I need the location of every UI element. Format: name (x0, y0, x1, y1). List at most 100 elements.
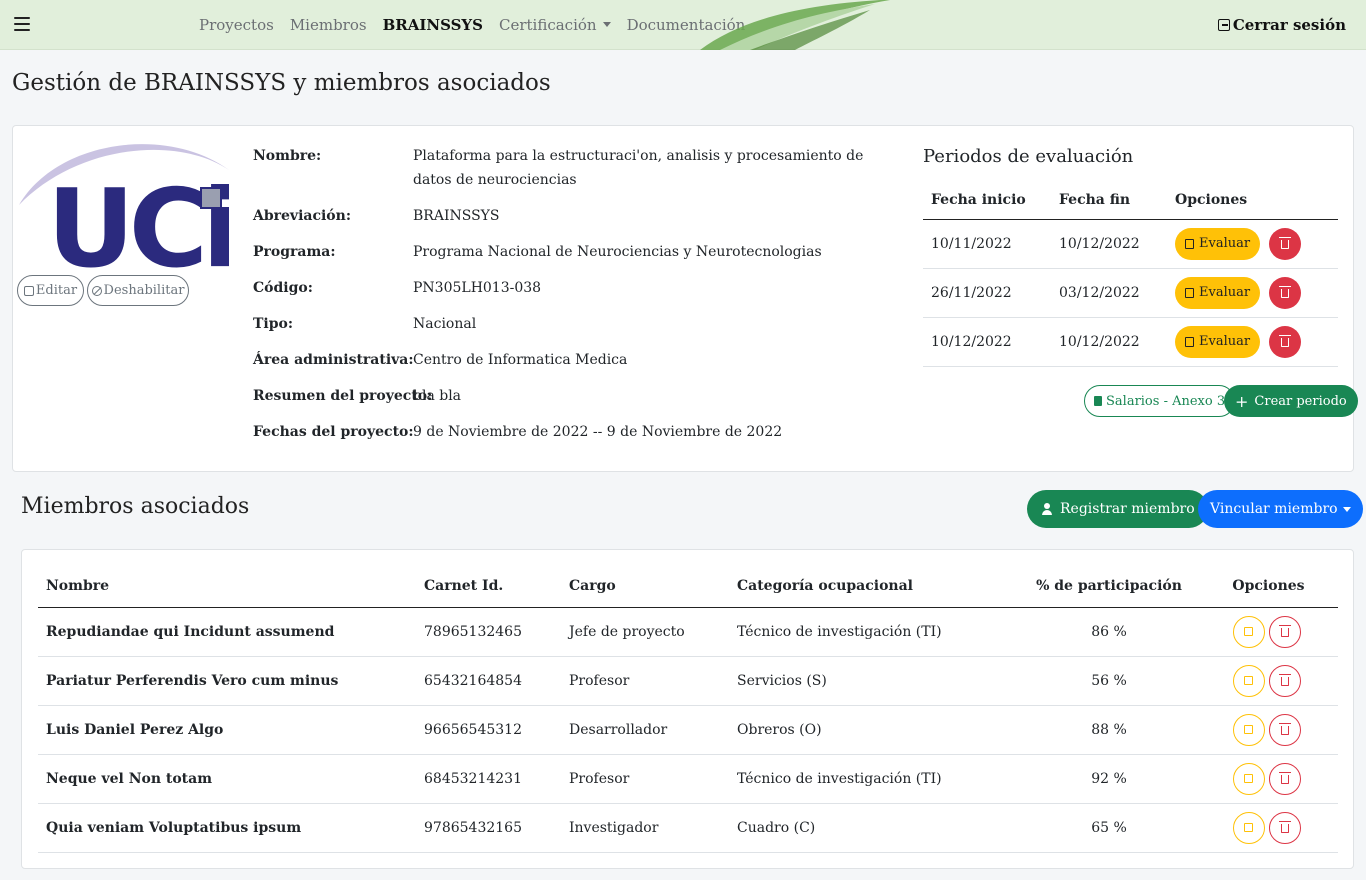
create-period-button[interactable]: + Crear periodo (1224, 385, 1358, 417)
info-row: Resumen del proyecto: bla bla (253, 384, 893, 420)
delete-period-button[interactable] (1268, 227, 1301, 260)
info-label: Código: (253, 280, 313, 296)
info-value: PN305LH013-038 (413, 280, 542, 296)
delete-member-button[interactable] (1268, 811, 1301, 844)
file-edit-icon (1185, 238, 1194, 249)
edit-member-button[interactable] (1232, 713, 1265, 746)
logout-label: Cerrar sesión (1232, 16, 1346, 34)
periods-title: Periodos de evaluación (923, 146, 1134, 167)
period-options: Evaluar (1167, 268, 1338, 318)
col-header: Fecha inicio (923, 181, 1051, 220)
evaluate-label: Evaluar (1199, 285, 1251, 300)
edit-member-button[interactable] (1232, 762, 1265, 795)
info-row: Abreviación: BRAINSSYS (253, 204, 893, 240)
trash-icon (1278, 723, 1291, 735)
trash-icon (1278, 625, 1291, 637)
trash-icon (1278, 335, 1291, 347)
evaluate-button[interactable]: Evaluar (1175, 325, 1261, 358)
delete-member-button[interactable] (1268, 713, 1301, 746)
page-title: Gestión de BRAINSSYS y miembros asociado… (12, 70, 551, 96)
member-options (1199, 607, 1338, 657)
nav-link-miembros[interactable]: Miembros (290, 16, 367, 34)
info-value: BRAINSSYS (413, 208, 500, 224)
chevron-down-icon (602, 22, 611, 27)
table-row: 26/11/2022 03/12/2022 Evaluar (923, 268, 1338, 318)
chevron-down-icon (1342, 506, 1351, 512)
project-info: Nombre: Plataforma para la estructuraci'… (253, 144, 893, 456)
delete-member-button[interactable] (1268, 762, 1301, 795)
col-header: Nombre (38, 566, 416, 608)
user-plus-icon (1040, 503, 1054, 515)
delete-member-button[interactable] (1268, 664, 1301, 697)
member-options (1199, 803, 1338, 853)
evaluate-button[interactable]: Evaluar (1175, 276, 1261, 309)
col-header: Carnet Id. (416, 566, 561, 608)
member-name: Neque vel Non totam (38, 754, 416, 804)
member-participation: 88 % (1019, 705, 1199, 755)
delete-member-button[interactable] (1268, 615, 1301, 648)
info-value: Centro de Informatica Medica (413, 352, 628, 368)
member-categoria: Técnico de investigación (TI) (729, 754, 1019, 804)
members-card: Nombre Carnet Id. Cargo Categoría ocupac… (21, 549, 1354, 869)
project-card: UCi Editar Deshabilitar Nombre: Platafor… (12, 125, 1354, 472)
member-carnet: 78965132465 (416, 607, 561, 657)
period-start: 26/11/2022 (923, 268, 1051, 318)
link-member-label: Vincular miembro (1210, 501, 1338, 517)
member-categoria: Obreros (O) (729, 705, 1019, 755)
delete-period-button[interactable] (1268, 325, 1301, 358)
salarios-anexo-button[interactable]: Salarios - Anexo 3 (1084, 385, 1236, 417)
evaluate-button[interactable]: Evaluar (1175, 227, 1261, 260)
col-header: % de participación (1019, 566, 1199, 608)
table-row: Pariatur Perferendis Vero cum minus 6543… (38, 656, 1338, 706)
col-header: Cargo (561, 566, 729, 608)
period-options: Evaluar (1167, 317, 1338, 367)
navbar: Proyectos Miembros BRAINSSYS Certificaci… (0, 0, 1366, 50)
nav-link-brainssys[interactable]: BRAINSSYS (383, 16, 483, 34)
member-options (1199, 705, 1338, 755)
edit-member-button[interactable] (1232, 811, 1265, 844)
col-header: Fecha fin (1051, 181, 1167, 220)
edit-member-button[interactable] (1232, 615, 1265, 648)
member-participation: 86 % (1019, 607, 1199, 657)
nav-link-certificacion[interactable]: Certificación (499, 16, 611, 34)
logo-text: UCi (47, 167, 229, 270)
info-value: Plataforma para la estructuraci'on, anal… (413, 148, 864, 188)
uci-logo: UCi (19, 144, 229, 270)
nav-links: Proyectos Miembros BRAINSSYS Certificaci… (199, 0, 761, 50)
info-row: Nombre: Plataforma para la estructuraci'… (253, 144, 893, 204)
member-name: Quia veniam Voluptatibus ipsum (38, 803, 416, 853)
member-options (1199, 656, 1338, 706)
member-categoria: Servicios (S) (729, 656, 1019, 706)
logout-icon (1217, 19, 1230, 31)
info-label: Tipo: (253, 316, 294, 332)
table-row: Quia veniam Voluptatibus ipsum 978654321… (38, 803, 1338, 853)
member-options (1199, 754, 1338, 804)
file-icon (1094, 396, 1102, 406)
info-label: Área administrativa: (253, 352, 414, 368)
info-value: bla bla (413, 388, 462, 404)
edit-button[interactable]: Editar (17, 275, 84, 306)
member-cargo: Desarrollador (561, 705, 729, 755)
table-row: 10/12/2022 10/12/2022 Evaluar (923, 317, 1338, 367)
link-member-dropdown[interactable]: Vincular miembro (1198, 490, 1363, 528)
members-table: Nombre Carnet Id. Cargo Categoría ocupac… (38, 566, 1338, 853)
evaluate-label: Evaluar (1199, 236, 1251, 251)
edit-member-button[interactable] (1232, 664, 1265, 697)
register-member-label: Registrar miembro (1060, 501, 1195, 517)
disable-button[interactable]: Deshabilitar (87, 275, 189, 306)
info-row: Tipo: Nacional (253, 312, 893, 348)
period-end: 10/12/2022 (1051, 219, 1167, 269)
menu-toggle-icon[interactable] (14, 17, 30, 31)
member-categoria: Técnico de investigación (TI) (729, 607, 1019, 657)
info-value: Programa Nacional de Neurociencias y Neu… (413, 244, 822, 260)
info-row: Código: PN305LH013-038 (253, 276, 893, 312)
file-edit-icon (1185, 287, 1194, 298)
register-member-button[interactable]: Registrar miembro (1027, 490, 1208, 528)
logout-button[interactable]: Cerrar sesión (1217, 16, 1346, 34)
members-title: Miembros asociados (21, 494, 250, 519)
member-carnet: 96656545312 (416, 705, 561, 755)
info-row: Área administrativa: Centro de Informati… (253, 348, 893, 384)
periods-panel: Periodos de evaluación Fecha inicio Fech… (923, 146, 1338, 367)
delete-period-button[interactable] (1268, 276, 1301, 309)
nav-link-proyectos[interactable]: Proyectos (199, 16, 274, 34)
